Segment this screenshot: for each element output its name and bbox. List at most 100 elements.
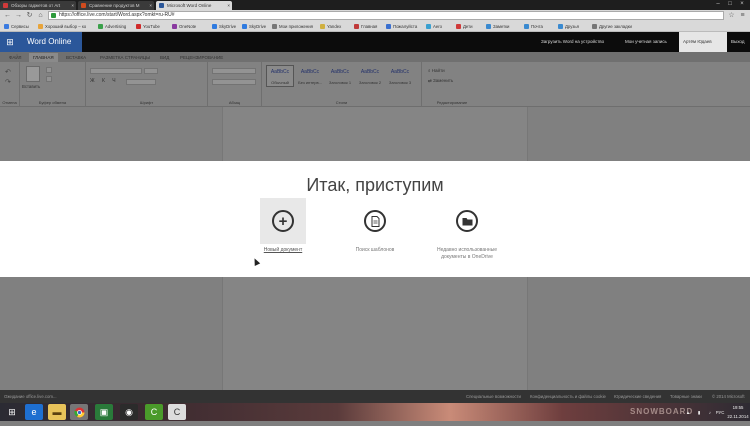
media-app-icon[interactable]: ◉ [120, 404, 138, 420]
bookmark-item[interactable]: Почта [524, 23, 543, 31]
tab-favicon-icon [81, 3, 86, 8]
tab-insert[interactable]: ВСТАВКА [62, 53, 90, 62]
menu-icon[interactable]: ≡ [738, 11, 747, 20]
reload-icon[interactable]: ↻ [25, 11, 34, 20]
camtasia-icon[interactable]: C [145, 404, 163, 420]
bookmark-item[interactable]: YouTube [136, 23, 160, 31]
bookmark-label: OneNote [179, 24, 197, 29]
paste-icon[interactable] [26, 66, 40, 82]
style-no-spacing[interactable]: AaBbCc Без интерв... [296, 65, 324, 87]
new-document-tile[interactable]: + [260, 198, 306, 244]
tab-close-icon[interactable]: × [71, 1, 74, 10]
style-normal[interactable]: AaBbCc Обычный [266, 65, 294, 87]
style-heading-1[interactable]: AaBbCc Заголовок 1 [326, 65, 354, 87]
bookmark-item[interactable]: Yandex [320, 23, 341, 31]
list-controls[interactable] [212, 68, 256, 74]
bookmark-item[interactable]: Advertising [98, 23, 126, 31]
tab-close-icon[interactable]: × [227, 1, 230, 10]
tab-file[interactable]: ФАЙЛ [5, 53, 26, 62]
trademarks-link[interactable]: Товарные знаки [670, 390, 702, 403]
language-indicator[interactable]: РУС [714, 408, 726, 426]
store-icon[interactable]: ▣ [95, 404, 113, 420]
privacy-link[interactable]: Конфиденциальность и файлы cookie [530, 390, 606, 403]
bookmark-item[interactable]: Другие закладки [592, 23, 632, 31]
bookmark-item[interactable]: Мои приложения [272, 23, 313, 31]
accessibility-link[interactable]: Специальные возможности [466, 390, 521, 403]
url-text: https://office.live.com/start/Word.aspx?… [59, 12, 175, 18]
chrome-icon[interactable] [70, 404, 88, 420]
font-size-select[interactable] [144, 68, 158, 74]
sign-out-link[interactable]: Выход [731, 32, 744, 52]
browser-tab-active[interactable]: Microsoft Word Online × [156, 1, 232, 10]
close-window-icon[interactable]: × [736, 0, 748, 8]
minimize-icon[interactable]: – [712, 0, 724, 8]
copy-icon[interactable] [46, 76, 52, 82]
bookmark-item[interactable]: Заметки [486, 23, 509, 31]
bookmark-item[interactable]: OneNote [172, 23, 196, 31]
tab-home[interactable]: ГЛАВНАЯ [29, 53, 58, 62]
recent-documents-option[interactable]: Недавно использованные документы в OneDr… [417, 198, 517, 261]
bold-italic-underline-buttons[interactable]: Ж К Ч [90, 78, 119, 84]
bookmark-item[interactable]: Хороший выбор – ко [38, 23, 86, 31]
new-document-option[interactable]: + Новый документ [233, 198, 333, 254]
my-account-link[interactable]: Мои учетная запись [625, 32, 667, 52]
folder-icon [456, 210, 478, 232]
file-explorer-icon[interactable]: ▬ [48, 404, 66, 420]
style-heading-2[interactable]: AaBbCc Заголовок 2 [356, 65, 384, 87]
clock[interactable]: 19:55 22.11.2014 [727, 403, 749, 421]
maximize-icon[interactable]: □ [724, 0, 736, 8]
bookmark-item[interactable]: Главная [354, 23, 377, 31]
browse-templates-option[interactable]: Поиск шаблонов [325, 198, 425, 254]
bookmark-item[interactable]: SkyDrive [212, 23, 236, 31]
font-name-select[interactable] [90, 68, 142, 74]
user-name[interactable]: Артём Юдаев [679, 32, 727, 52]
style-sample: AaBbCc [270, 69, 290, 75]
replace-button[interactable]: ⇄ Заменить [428, 78, 453, 84]
browser-tab[interactable]: Обзоры гаджетов от Art × [0, 1, 76, 10]
legal-link[interactable]: Юридические сведения [614, 390, 661, 403]
redo-icon[interactable]: ↷ [5, 78, 11, 86]
group-label: Отмена [2, 100, 17, 105]
home-icon[interactable]: ⌂ [36, 11, 45, 20]
bookmark-item[interactable]: Сервисы [4, 23, 29, 31]
find-button[interactable]: ⌕ Найти [428, 68, 445, 73]
alignment-controls[interactable] [212, 79, 256, 85]
paste-label[interactable]: Вставить [22, 84, 40, 89]
bookmark-item[interactable]: Дети [456, 23, 473, 31]
tray-arrow-icon[interactable]: ▲ [683, 408, 693, 426]
download-word-link[interactable]: Загрузить Word на устройство [541, 32, 604, 52]
bookmark-favicon-icon [212, 24, 217, 29]
taskbar: ⊞ e ▬ ▣ ◉ C C SNOWBOARD ▲ ▮ ♪ РУС 19:55 … [0, 403, 750, 421]
undo-icon[interactable]: ↶ [5, 68, 11, 76]
bookmark-item[interactable]: Пожалуйста [386, 23, 417, 31]
text-color-controls[interactable] [126, 79, 156, 85]
bookmark-favicon-icon [592, 24, 597, 29]
start-windows-icon[interactable]: ⊞ [3, 404, 21, 420]
recorder-app-icon[interactable]: C [168, 404, 186, 420]
cut-icon[interactable] [46, 67, 52, 73]
browser-tab[interactable]: Сравнение продуктов M × [78, 1, 154, 10]
option-label[interactable]: Новый документ [233, 247, 333, 254]
url-field[interactable]: https://office.live.com/start/Word.aspx?… [48, 11, 724, 20]
tab-review[interactable]: РЕЦЕНЗИРОВАНИЕ [176, 53, 227, 62]
bookmark-item[interactable]: Aero [426, 23, 442, 31]
app-launcher-icon[interactable]: ⊞ [0, 32, 20, 52]
forward-icon[interactable]: → [14, 11, 23, 20]
internet-explorer-icon[interactable]: e [25, 404, 43, 420]
bookmark-item[interactable]: SkyDrive [242, 23, 266, 31]
network-icon[interactable]: ▮ [694, 408, 704, 426]
templates-tile[interactable] [352, 198, 398, 244]
style-heading-3[interactable]: AaBbCc Заголовок 3 [386, 65, 414, 87]
bookmark-favicon-icon [38, 24, 43, 29]
browser-tab-strip: Обзоры гаджетов от Art × Сравнение проду… [0, 0, 750, 10]
option-label[interactable]: Недавно использованные документы в OneDr… [429, 247, 505, 261]
recent-tile[interactable] [444, 198, 490, 244]
app-name[interactable]: Word Online [20, 32, 82, 52]
bookmark-item[interactable]: Друзья [558, 23, 579, 31]
tab-page-layout[interactable]: РАЗМЕТКА СТРАНИЦЫ [96, 53, 154, 62]
option-label[interactable]: Поиск шаблонов [325, 247, 425, 254]
tab-close-icon[interactable]: × [149, 1, 152, 10]
tab-view[interactable]: ВИД [156, 53, 173, 62]
back-icon[interactable]: ← [3, 11, 12, 20]
star-icon[interactable]: ☆ [727, 11, 736, 20]
